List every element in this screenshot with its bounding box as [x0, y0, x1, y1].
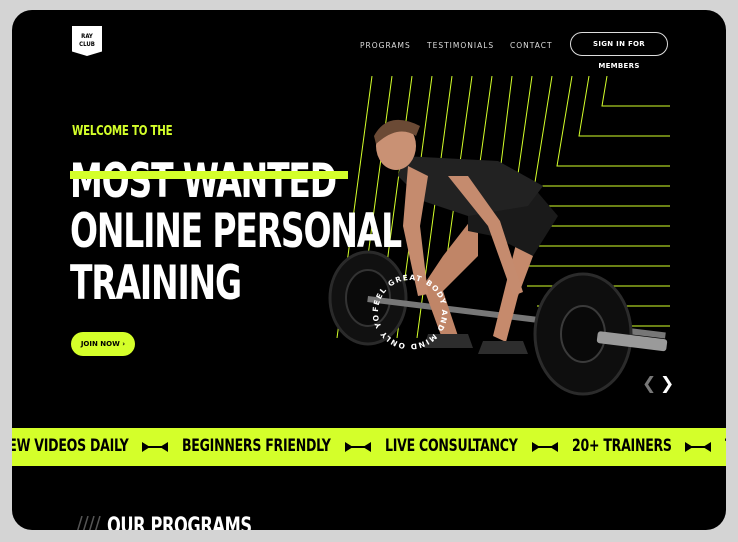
logo-line1: RAY — [81, 33, 93, 40]
dumbbell-separator-icon — [685, 442, 712, 452]
dumbbell-separator-icon — [531, 442, 558, 452]
brand-logo[interactable]: RAY CLUB — [72, 26, 102, 56]
features-ticker: NEW VIDEOS DAILY BEGINNERS FRIENDLY LIVE C… — [12, 428, 726, 466]
programs-section-title: OUR PROGRAMS — [107, 514, 252, 530]
nav-programs[interactable]: PROGRAMS — [360, 41, 411, 50]
join-label: JOIN NOW — [80, 340, 120, 348]
join-now-button[interactable]: JOIN NOW › — [71, 332, 135, 356]
dumbbell-separator-icon — [142, 442, 169, 452]
prev-slide-icon[interactable]: ❮ — [642, 374, 656, 394]
ticker-item: BEGINNERS FRIENDLY — [182, 436, 331, 456]
hero-welcome: WELCOME TO THE — [72, 124, 173, 139]
ticker-item: NEW VIDEOS DAILY — [12, 436, 129, 456]
strike-through-bar — [70, 171, 348, 179]
badge-text: FEEL GREAT BODY AND MIND ONLY YOU — [370, 272, 448, 351]
dumbbell-separator-icon — [344, 442, 371, 452]
nav-testimonials[interactable]: TESTIMONIALS — [427, 41, 494, 50]
ticker-item: LIVE CONSULTANCY — [384, 436, 518, 456]
next-slide-icon[interactable]: ❯ — [660, 374, 674, 394]
logo-line2: CLUB — [79, 41, 95, 48]
hero-title-line2: ONLINE PERSONAL — [70, 204, 402, 259]
signin-button[interactable]: SIGN IN FOR MEMBERS — [570, 32, 668, 70]
section-slashes-icon — [77, 516, 101, 530]
svg-text:FEEL GREAT BODY AND MIND ONLY: FEEL GREAT BODY AND MIND ONLY YOU — [370, 272, 449, 351]
ticker-item: 20+ TRAINERS — [571, 436, 672, 456]
page-frame: RAY CLUB PROGRAMS TESTIMONIALS CONTACT S… — [12, 10, 726, 530]
hero-title-line3: TRAINING — [70, 256, 242, 311]
ticker-item: TRAIN ANYWHERE — [725, 436, 726, 456]
hero-title-line1: MOST WANTED — [70, 154, 337, 209]
circular-motto-badge: FEEL GREAT BODY AND MIND ONLY YOU — [370, 272, 449, 351]
nav-contact[interactable]: CONTACT — [510, 41, 553, 50]
chevron-right-icon: › — [122, 340, 126, 348]
